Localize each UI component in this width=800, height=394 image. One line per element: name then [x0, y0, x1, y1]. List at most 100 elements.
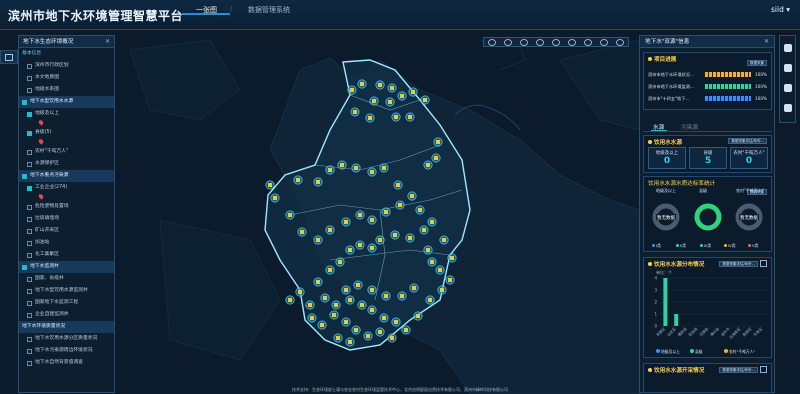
factory-icon[interactable]: [396, 183, 400, 187]
measure-icon[interactable]: [520, 39, 528, 46]
zoom-icon[interactable]: [488, 39, 496, 46]
factory-icon[interactable]: [390, 86, 394, 90]
factory-icon[interactable]: [310, 316, 314, 320]
locate-icon[interactable]: [504, 39, 512, 46]
factory-icon[interactable]: [354, 166, 358, 170]
factory-icon[interactable]: [338, 260, 342, 264]
factory-icon[interactable]: [394, 320, 398, 324]
factory-icon[interactable]: [436, 140, 440, 144]
ruler-icon[interactable]: [584, 39, 592, 46]
expand-icon[interactable]: [760, 260, 767, 267]
factory-icon[interactable]: [356, 283, 360, 287]
factory-icon[interactable]: [336, 336, 340, 340]
layer-item[interactable]: 地下水饮用水源分区质量状况: [19, 333, 114, 345]
factory-icon[interactable]: [323, 296, 327, 300]
factory-icon[interactable]: [370, 170, 374, 174]
factory-icon[interactable]: [440, 288, 444, 292]
expand-icon[interactable]: [760, 366, 767, 373]
factory-icon[interactable]: [316, 280, 320, 284]
tab-data-management[interactable]: 数据管理系统: [248, 5, 290, 15]
factory-icon[interactable]: [430, 220, 434, 224]
layer-item[interactable]: 工业企业(274): [19, 182, 114, 194]
layer-checkbox[interactable]: [27, 313, 32, 318]
db-icon[interactable]: [784, 84, 792, 92]
layer-checkbox[interactable]: [27, 253, 32, 258]
factory-icon[interactable]: [344, 320, 348, 324]
layer-item[interactable]: 水文地质图: [19, 72, 114, 84]
factory-icon[interactable]: [370, 246, 374, 250]
factory-icon[interactable]: [354, 328, 358, 332]
factory-icon[interactable]: [328, 268, 332, 272]
factory-icon[interactable]: [382, 316, 386, 320]
layer-category[interactable]: 地下水型饮用水水源: [19, 96, 114, 108]
factory-icon[interactable]: [382, 166, 386, 170]
layer-checkbox[interactable]: [22, 174, 27, 179]
factory-icon[interactable]: [273, 196, 277, 200]
layer-item[interactable]: 滨州市行政区划: [19, 60, 114, 72]
factory-icon[interactable]: [430, 260, 434, 264]
factory-icon[interactable]: [344, 288, 348, 292]
factory-icon[interactable]: [426, 248, 430, 252]
factory-icon[interactable]: [334, 303, 338, 307]
factory-icon[interactable]: [300, 230, 304, 234]
layer-checkbox[interactable]: [27, 217, 32, 222]
layer-checkbox[interactable]: [27, 229, 32, 234]
layer-checkbox[interactable]: [27, 112, 32, 117]
layer-checkbox[interactable]: [27, 349, 32, 354]
layer-checkbox[interactable]: [22, 100, 27, 105]
layer-item[interactable]: 农村"千吨万人": [19, 146, 114, 158]
factory-icon[interactable]: [378, 330, 382, 334]
tab-pollution-source[interactable]: 污染源: [681, 123, 698, 131]
refresh-icon[interactable]: [552, 39, 560, 46]
layer-item[interactable]: 地级水系图: [19, 84, 114, 96]
layer-checkbox[interactable]: [27, 337, 32, 342]
factory-icon[interactable]: [384, 294, 388, 298]
factory-icon[interactable]: [328, 168, 332, 172]
factory-icon[interactable]: [296, 178, 300, 182]
factory-icon[interactable]: [411, 90, 415, 94]
factory-icon[interactable]: [353, 110, 357, 114]
factory-icon[interactable]: [400, 294, 404, 298]
factory-icon[interactable]: [370, 218, 374, 222]
layer-item[interactable]: 化工集聚区: [19, 249, 114, 261]
layer-item[interactable]: 加油站: [19, 237, 114, 249]
layer-checkbox[interactable]: [22, 265, 27, 270]
layer-item[interactable]: 企业自建监测井: [19, 309, 114, 321]
factory-icon[interactable]: [390, 336, 394, 340]
user-menu[interactable]: siid ▾: [771, 5, 790, 14]
factory-icon[interactable]: [426, 163, 430, 167]
settings-icon[interactable]: [568, 39, 576, 46]
factory-icon[interactable]: [418, 208, 422, 212]
layer-item[interactable]: 县级(5): [19, 127, 114, 139]
factory-icon[interactable]: [316, 180, 320, 184]
factory-icon[interactable]: [404, 328, 408, 332]
layer-checkbox[interactable]: [27, 150, 32, 155]
factory-icon[interactable]: [378, 238, 382, 242]
factory-icon[interactable]: [348, 298, 352, 302]
factory-icon[interactable]: [388, 100, 392, 104]
factory-icon[interactable]: [450, 256, 454, 260]
factory-icon[interactable]: [350, 88, 354, 92]
drinking-select[interactable]: 数据采集评估/年份...: [728, 138, 767, 144]
distribution-select[interactable]: 数据采集评估/年份...: [719, 261, 758, 267]
factory-icon[interactable]: [408, 115, 412, 119]
layer-checkbox[interactable]: [27, 88, 32, 93]
factory-icon[interactable]: [412, 286, 416, 290]
factory-icon[interactable]: [368, 116, 372, 120]
layer-checkbox[interactable]: [27, 131, 32, 136]
factory-icon[interactable]: [288, 213, 292, 217]
factory-icon[interactable]: [408, 236, 412, 240]
layer-checkbox[interactable]: [27, 186, 32, 191]
factory-icon[interactable]: [348, 340, 352, 344]
factory-icon[interactable]: [366, 334, 370, 338]
factory-icon[interactable]: [400, 94, 404, 98]
clear-icon[interactable]: [616, 39, 624, 46]
factory-icon[interactable]: [348, 248, 352, 252]
factory-icon[interactable]: [442, 238, 446, 242]
factory-icon[interactable]: [358, 243, 362, 247]
factory-icon[interactable]: [328, 228, 332, 232]
factory-icon[interactable]: [370, 308, 374, 312]
factory-icon[interactable]: [410, 194, 414, 198]
factory-icon[interactable]: [393, 233, 397, 237]
fullscreen-icon[interactable]: [600, 39, 608, 46]
